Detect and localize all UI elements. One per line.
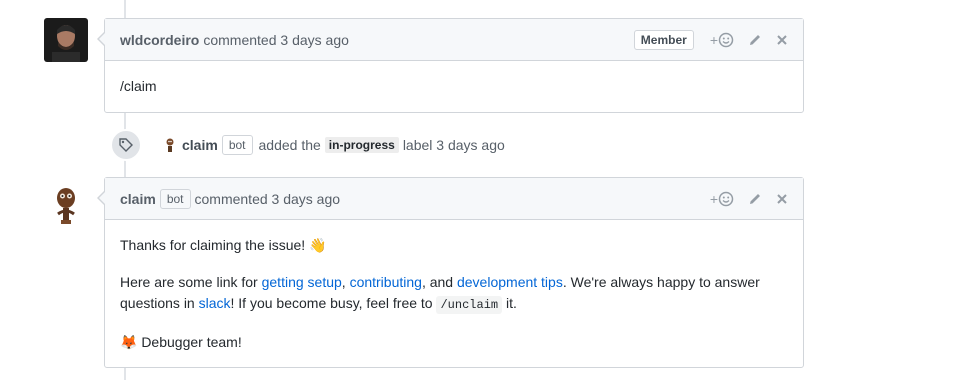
comment-actions: + <box>710 191 788 207</box>
author-link[interactable]: wldcordeiro <box>120 32 199 48</box>
comment-timestamp[interactable]: commented 3 days ago <box>203 32 349 48</box>
inline-code: /unclaim <box>436 296 503 314</box>
comment-header: claim bot commented 3 days ago + <box>105 178 803 220</box>
tag-icon <box>119 138 133 152</box>
event-timestamp[interactable]: label 3 days ago <box>403 137 505 153</box>
avatar[interactable] <box>44 184 88 228</box>
bot-badge: bot <box>221 135 253 155</box>
edit-button[interactable] <box>748 33 762 47</box>
avatar[interactable] <box>44 18 88 62</box>
comment-body: /claim <box>105 61 803 112</box>
paragraph-text: , <box>341 274 350 290</box>
comment-paragraph: 🦊 Debugger team! <box>120 334 242 350</box>
role-badge: Member <box>633 29 694 50</box>
pencil-icon <box>750 193 760 204</box>
paragraph-text: ! If you become busy, feel free to <box>230 295 437 311</box>
development-tips-link[interactable]: development tips <box>457 274 563 290</box>
smiley-icon <box>718 32 734 47</box>
comment-paragraph: Thanks for claiming the issue! 👋 <box>120 237 327 253</box>
bot-avatar-small[interactable] <box>164 137 176 153</box>
comment-text: /claim <box>120 78 157 94</box>
plus-label: + <box>709 190 718 207</box>
smiley-icon <box>718 191 734 206</box>
bot-badge: bot <box>159 188 191 209</box>
comment-box: wldcordeiro commented 3 days ago Member … <box>97 18 804 113</box>
pencil-icon <box>750 34 760 45</box>
comment-timestamp[interactable]: commented 3 days ago <box>195 191 341 207</box>
getting-setup-link[interactable]: getting setup <box>262 274 342 290</box>
comment-paragraph: Here are some link for getting setup, co… <box>120 272 788 316</box>
event-text: added the <box>258 137 321 153</box>
plus-label: + <box>709 31 718 48</box>
tag-icon-badge <box>110 129 142 161</box>
comment-box: claim bot commented 3 days ago + Thanks … <box>97 177 804 368</box>
delete-button[interactable] <box>776 34 788 46</box>
close-icon <box>777 193 787 204</box>
paragraph-text: Here are some link for <box>120 274 262 290</box>
event-author[interactable]: claim <box>182 137 218 153</box>
author-link[interactable]: claim <box>120 191 156 207</box>
delete-button[interactable] <box>776 193 788 205</box>
label-chip[interactable]: in-progress <box>324 137 399 153</box>
add-reaction-button[interactable]: + <box>710 191 734 207</box>
slack-link[interactable]: slack <box>199 295 231 311</box>
contributing-link[interactable]: contributing <box>350 274 422 290</box>
paragraph-text: , and <box>421 274 457 290</box>
comment-body: Thanks for claiming the issue! 👋 Here ar… <box>105 220 803 368</box>
paragraph-text: it. <box>502 295 517 311</box>
label-event: claim bot added the in-progress label 3 … <box>110 129 509 161</box>
close-icon <box>777 34 787 45</box>
comment-header: wldcordeiro commented 3 days ago Member … <box>105 19 803 61</box>
add-reaction-button[interactable]: + <box>710 32 734 48</box>
edit-button[interactable] <box>748 192 762 206</box>
comment-actions: Member + <box>633 29 788 50</box>
